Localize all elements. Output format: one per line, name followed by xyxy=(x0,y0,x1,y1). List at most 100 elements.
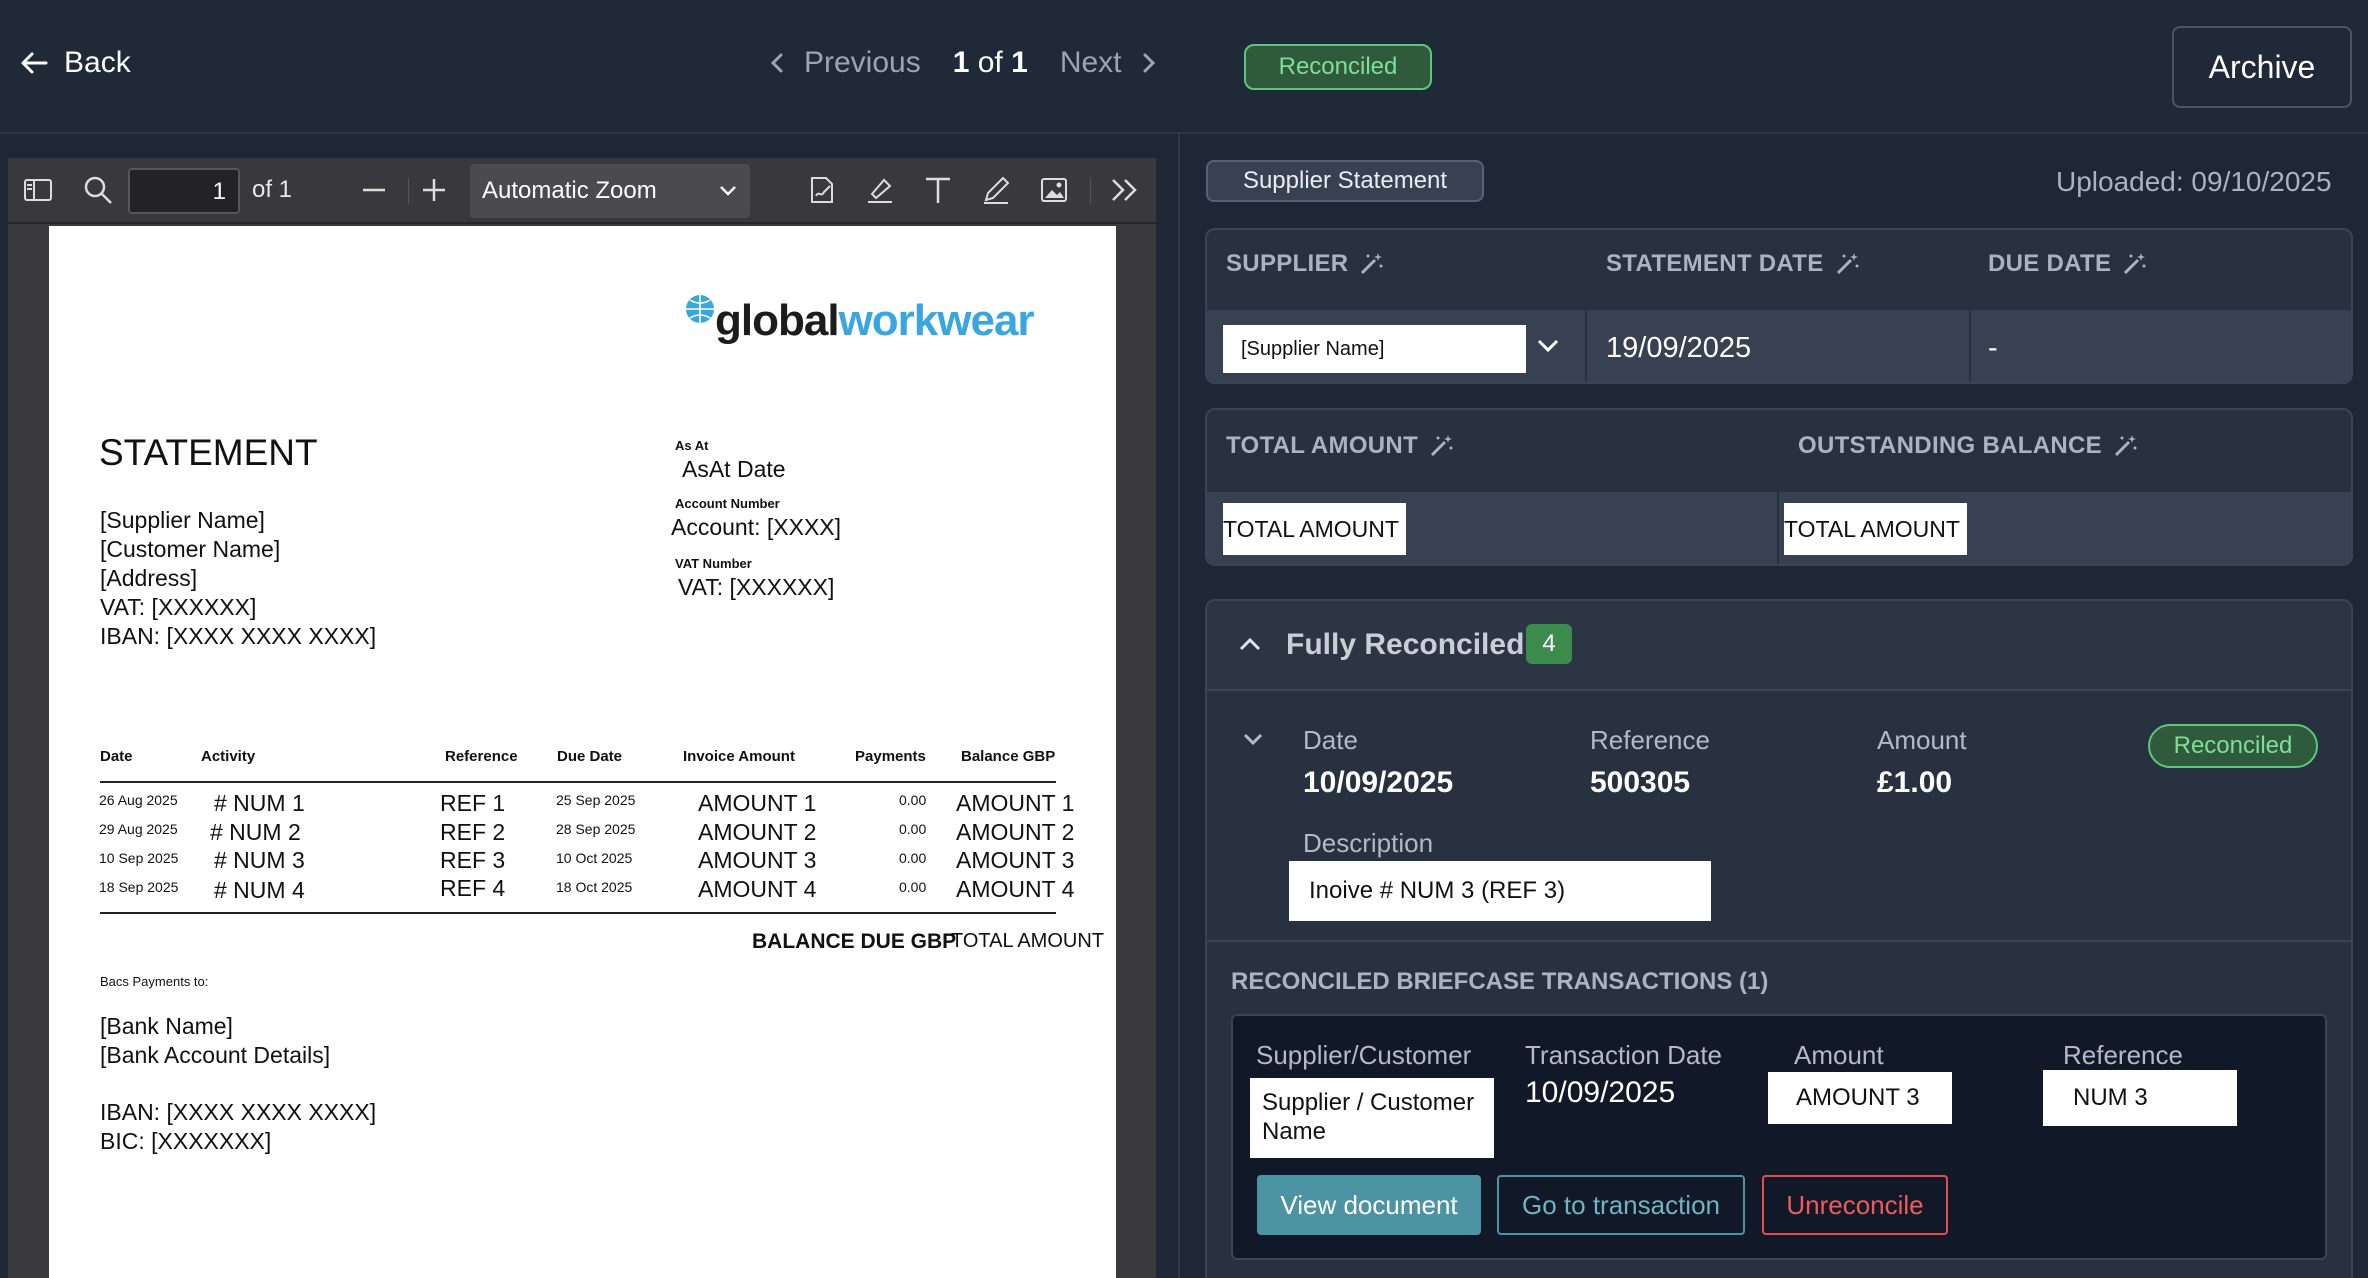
panel-divider[interactable] xyxy=(1178,134,1180,1278)
tx-date-value: 10/09/2025 xyxy=(1525,1076,1676,1109)
tx-supplier-label: Supplier/Customer xyxy=(1256,1040,1472,1070)
magic-wand-icon[interactable] xyxy=(2112,433,2138,459)
table-cell: 10 Sep 2025 xyxy=(99,850,179,866)
sidebar-toggle-icon[interactable] xyxy=(20,172,56,208)
account-number-value: Account: [XXXX] xyxy=(671,514,842,540)
magic-wand-icon[interactable] xyxy=(2121,251,2147,277)
uploaded-date: Uploaded: 09/10/2025 xyxy=(2056,166,2332,197)
document-type-tag: Supplier Statement xyxy=(1206,160,1484,202)
chevron-left-icon[interactable] xyxy=(768,51,786,75)
table-cell: # NUM 2 xyxy=(210,819,301,845)
page-count-label: of 1 xyxy=(252,176,293,203)
total-amount-value[interactable]: TOTAL AMOUNT xyxy=(1223,503,1406,555)
iban-bic: IBAN: [XXXX XXXX XXXX] BIC: [XXXXXXX] xyxy=(100,1099,377,1154)
description-input[interactable]: Inoive # NUM 3 (REF 3) xyxy=(1289,861,1711,921)
tx-supplier-value[interactable]: Supplier / Customer Name xyxy=(1250,1078,1494,1158)
magic-wand-icon[interactable] xyxy=(1834,251,1860,277)
statement-date-header: STATEMENT DATE xyxy=(1606,250,1860,278)
table-cell: 29 Aug 2025 xyxy=(99,821,178,837)
table-cell: 26 Aug 2025 xyxy=(99,792,178,808)
double-chevron-right-icon[interactable] xyxy=(1106,172,1142,208)
table-cell: 0.00 xyxy=(899,792,927,808)
amount-label: Amount xyxy=(1877,725,1967,755)
pdf-toolbar: 1 of 1 Automatic Zoom xyxy=(8,158,1156,224)
column-divider xyxy=(1585,310,1587,382)
balance-due-value: TOTAL AMOUNT xyxy=(951,930,1104,952)
table-cell: REF 1 xyxy=(440,790,506,816)
as-at-label: As At xyxy=(675,438,709,453)
table-cell: REF 2 xyxy=(440,819,506,845)
table-cell: # NUM 3 xyxy=(214,847,305,873)
back-button[interactable]: Back xyxy=(20,46,131,80)
zoom-in-icon[interactable] xyxy=(416,172,452,208)
bank-details: [Bank Name] [Bank Account Details] xyxy=(100,1013,331,1068)
column-divider xyxy=(1777,492,1779,564)
supplier-header: SUPPLIER xyxy=(1226,250,1384,278)
tx-reference-label: Reference xyxy=(2063,1040,2183,1070)
table-cell: # NUM 1 xyxy=(214,790,305,816)
address-block: [Supplier Name] [Customer Name] [Address… xyxy=(100,507,377,649)
next-button[interactable]: Next xyxy=(1060,46,1122,80)
outstanding-balance-value[interactable]: TOTAL AMOUNT xyxy=(1784,503,1967,555)
column-divider xyxy=(1969,310,1971,382)
date-label: Date xyxy=(1303,725,1358,755)
draw-icon[interactable] xyxy=(978,172,1014,208)
zoom-out-icon[interactable] xyxy=(356,172,392,208)
table-cell: AMOUNT 4 xyxy=(698,876,817,902)
vat-number-value: VAT: [XXXXXX] xyxy=(678,574,835,600)
signature-icon[interactable] xyxy=(804,172,840,208)
archive-button[interactable]: Archive xyxy=(2172,26,2352,108)
view-document-button[interactable]: View document xyxy=(1257,1175,1481,1235)
previous-button[interactable]: Previous xyxy=(804,46,921,80)
col-header: Invoice Amount xyxy=(683,748,795,765)
account-number-label: Account Number xyxy=(675,496,780,511)
magic-wand-icon[interactable] xyxy=(1358,251,1384,277)
image-icon[interactable] xyxy=(1036,172,1072,208)
due-date-value[interactable]: - xyxy=(1988,332,1998,365)
table-cell: 0.00 xyxy=(899,850,927,866)
chevron-down-icon[interactable] xyxy=(1536,338,1560,354)
supplier-select[interactable]: [Supplier Name] xyxy=(1223,325,1526,373)
section-title: Fully Reconciled xyxy=(1286,628,1525,661)
table-cell: 0.00 xyxy=(899,821,927,837)
chevron-right-icon[interactable] xyxy=(1140,51,1158,75)
count-badge: 4 xyxy=(1526,624,1572,664)
highlight-icon[interactable] xyxy=(862,172,898,208)
divider xyxy=(1207,940,2351,942)
divider xyxy=(100,912,1056,914)
tx-amount-label: Amount xyxy=(1794,1040,1884,1070)
tx-amount-value[interactable]: AMOUNT 3 xyxy=(1768,1072,1952,1124)
chevron-down-icon[interactable] xyxy=(1242,732,1264,746)
table-cell: AMOUNT 2 xyxy=(956,819,1075,845)
description-label: Description xyxy=(1303,828,1434,858)
zoom-select[interactable]: Automatic Zoom xyxy=(470,164,750,218)
company-logo: globalworkwear xyxy=(715,296,1035,345)
status-badge: Reconciled xyxy=(2148,724,2318,768)
col-header: Date xyxy=(100,748,133,765)
col-header: Payments xyxy=(855,748,926,765)
table-cell: AMOUNT 1 xyxy=(956,790,1075,816)
table-cell: REF 3 xyxy=(440,847,506,873)
text-tool-icon[interactable] xyxy=(920,172,956,208)
page-number-input[interactable]: 1 xyxy=(128,168,240,214)
col-header: Due Date xyxy=(557,748,623,765)
col-header: Activity xyxy=(201,748,256,765)
search-icon[interactable] xyxy=(80,172,116,208)
table-cell: 18 Sep 2025 xyxy=(99,879,179,895)
unreconcile-button[interactable]: Unreconcile xyxy=(1762,1175,1948,1235)
statement-title: STATEMENT xyxy=(99,432,318,473)
reference-label: Reference xyxy=(1590,725,1710,755)
status-badge: Reconciled xyxy=(1244,44,1432,90)
pager: Previous 1 of 1 Next xyxy=(768,46,1158,80)
statement-date-value[interactable]: 19/09/2025 xyxy=(1606,332,1751,365)
as-at-value: AsAt Date xyxy=(682,456,786,482)
date-value: 10/09/2025 xyxy=(1303,766,1454,799)
top-bar xyxy=(0,0,2368,134)
table-cell: AMOUNT 3 xyxy=(698,847,817,873)
chevron-down-icon xyxy=(720,186,736,196)
chevron-up-icon[interactable] xyxy=(1238,636,1262,652)
go-to-transaction-button[interactable]: Go to transaction xyxy=(1497,1175,1745,1235)
magic-wand-icon[interactable] xyxy=(1428,433,1454,459)
table-cell: 18 Oct 2025 xyxy=(556,879,633,895)
tx-reference-value[interactable]: NUM 3 xyxy=(2043,1070,2237,1126)
